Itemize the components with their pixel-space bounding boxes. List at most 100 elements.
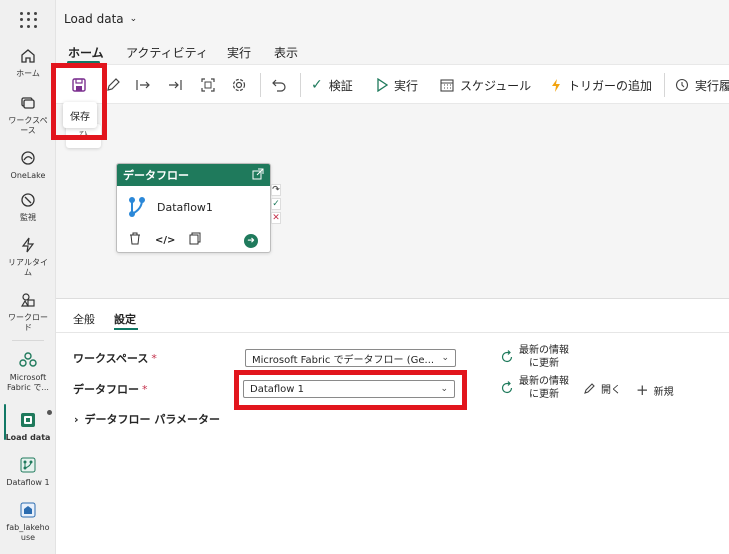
undo-icon[interactable] <box>269 75 289 95</box>
nav-label: ワークロード <box>8 313 48 332</box>
plus-icon: + <box>636 381 649 399</box>
settings-icon[interactable] <box>229 75 249 95</box>
nav-item-workloads[interactable]: ワークロード <box>0 290 56 333</box>
workspace-icon <box>18 350 38 370</box>
nav-item-realtime[interactable]: リアルタイム <box>0 235 56 278</box>
run-history-button[interactable]: 実行履 <box>675 75 729 95</box>
tab-general[interactable]: 全般 <box>73 311 95 327</box>
nav-item-workspace[interactable]: Microsoft Fabric で... <box>0 350 56 393</box>
panel-tab-underline <box>114 328 138 330</box>
success-connector-icon[interactable]: ✓ <box>271 198 281 210</box>
refresh-dataflow-button[interactable]: 最新の情報 に更新 <box>500 375 569 401</box>
properties-panel: 全般 設定 ワークスペース * Microsoft Fabric でデータフロー … <box>56 298 729 554</box>
nav-item-home[interactable]: ホーム <box>0 46 56 79</box>
arrow-right-icon[interactable]: ➜ <box>244 234 258 248</box>
toolbar-divider <box>664 73 665 97</box>
play-icon <box>377 78 388 92</box>
nav-label: fab_lakehouse <box>6 523 50 542</box>
refresh-label-line2: に更新 <box>529 389 559 400</box>
dataflow-parameters-expander[interactable]: › データフロー パラメーター <box>74 411 220 427</box>
parameters-label: データフロー パラメーター <box>84 413 221 426</box>
lakehouse-icon <box>18 500 38 520</box>
nav-label: Load data <box>5 433 51 442</box>
add-trigger-button[interactable]: トリガーの追加 <box>550 75 652 95</box>
activity-name: Dataflow1 <box>157 200 213 214</box>
dataflow-icon <box>18 455 38 475</box>
nav-item-load-data[interactable]: Load data <box>0 410 56 443</box>
run-history-label: 実行履 <box>695 78 729 93</box>
tab-activities[interactable]: アクティビティ <box>126 44 208 61</box>
chevron-right-icon: › <box>74 412 79 426</box>
app-launcher-icon[interactable] <box>18 10 38 30</box>
code-icon[interactable]: </> <box>155 235 175 246</box>
nav-item-dataflow[interactable]: Dataflow 1 <box>0 455 56 488</box>
validate-button[interactable]: ✓ 検証 <box>311 75 353 95</box>
nav-label: 監視 <box>20 213 36 222</box>
ribbon-toolbar: ✓ 検証 実行 スケジュール トリガーの追加 実行履 <box>56 64 729 104</box>
activity-body: Dataflow1 <box>117 186 270 224</box>
activity-connectors: ↷ ✓ ✕ <box>271 184 281 226</box>
left-navigation: ホーム ワークスペース OneLake 監視 リアルタイム ワークロード Mic… <box>0 0 56 554</box>
run-button[interactable]: 実行 <box>376 75 418 95</box>
nav-label: ホーム <box>16 69 40 78</box>
workspace-label-text: ワークスペース <box>73 352 149 365</box>
open-dataflow-button[interactable]: 開く <box>583 381 621 396</box>
dataflow-label-text: データフロー <box>73 383 139 396</box>
refresh-icon <box>501 381 513 394</box>
nav-item-monitor[interactable]: 監視 <box>0 190 56 223</box>
pipeline-icon <box>18 410 38 430</box>
dataflow-field-label: データフロー * <box>73 381 148 397</box>
tab-view[interactable]: 表示 <box>274 44 298 61</box>
panel-divider <box>56 332 729 333</box>
open-external-icon[interactable] <box>252 168 264 183</box>
home-icon <box>18 46 38 66</box>
workspace-select-value: Microsoft Fabric でデータフロー (Ge... <box>252 354 435 366</box>
nav-label: ワークスペース <box>8 116 48 135</box>
open-label: 開く <box>601 385 621 396</box>
workloads-icon <box>18 290 38 310</box>
highlight-save <box>51 63 107 140</box>
copy-icon[interactable] <box>189 232 201 248</box>
move-end-icon[interactable] <box>165 75 185 95</box>
tab-run[interactable]: 実行 <box>227 44 251 61</box>
dataflow-activity-card[interactable]: データフロー Dataflow1 </> ➜ <box>116 163 271 253</box>
fail-connector-icon[interactable]: ✕ <box>271 212 281 224</box>
calendar-icon <box>440 79 454 92</box>
chevron-down-icon: ⌄ <box>129 14 138 24</box>
activity-actions: </> ➜ <box>129 232 258 248</box>
nav-item-onelake[interactable]: OneLake <box>0 148 56 181</box>
nav-divider <box>12 340 44 341</box>
schedule-button[interactable]: スケジュール <box>440 75 531 95</box>
onelake-icon <box>18 148 38 168</box>
toolbar-divider <box>300 73 301 97</box>
monitor-icon <box>18 190 38 210</box>
schedule-label: スケジュール <box>460 78 532 93</box>
new-label: 新規 <box>653 386 674 398</box>
pipeline-title[interactable]: Load data ⌄ <box>64 12 137 26</box>
pencil-icon <box>584 383 595 394</box>
validate-label: 検証 <box>328 78 353 93</box>
realtime-icon <box>18 235 38 255</box>
nav-item-workspaces[interactable]: ワークスペース <box>0 93 56 136</box>
activity-header: データフロー <box>117 164 270 186</box>
move-right-icon[interactable] <box>133 75 153 95</box>
delete-icon[interactable] <box>129 232 141 248</box>
workspaces-icon <box>18 93 38 113</box>
nav-label: Dataflow 1 <box>6 478 50 487</box>
add-trigger-label: トリガーの追加 <box>568 78 653 93</box>
refresh-workspace-button[interactable]: 最新の情報 に更新 <box>500 344 569 370</box>
top-bar: Load data ⌄ <box>56 0 729 38</box>
workspace-select[interactable]: Microsoft Fabric でデータフロー (Ge... ⌄ <box>245 349 456 367</box>
refresh-label-line2: に更新 <box>529 358 559 369</box>
dataflow-icon <box>129 197 145 217</box>
highlight-dataflow-select <box>234 370 467 410</box>
checkmark-icon: ✓ <box>311 77 323 93</box>
nav-item-lakehouse[interactable]: fab_lakehouse <box>0 500 56 543</box>
skip-connector-icon[interactable]: ↷ <box>271 184 281 196</box>
nav-label: リアルタイム <box>8 258 48 277</box>
required-mark: * <box>151 352 157 365</box>
tab-settings[interactable]: 設定 <box>114 311 136 327</box>
tab-home[interactable]: ホーム <box>68 44 104 61</box>
fit-view-icon[interactable] <box>198 75 218 95</box>
new-dataflow-button[interactable]: + 新規 <box>636 381 674 399</box>
